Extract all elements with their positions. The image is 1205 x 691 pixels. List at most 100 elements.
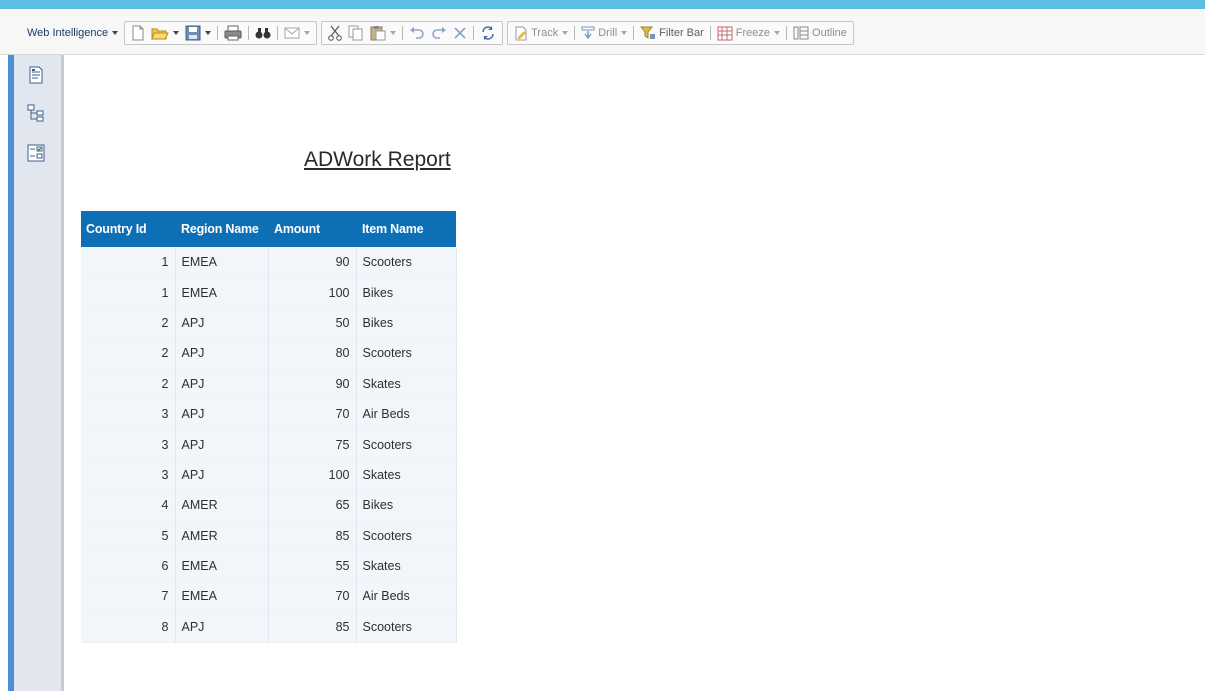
chevron-down-icon: [304, 31, 311, 35]
redo-button[interactable]: [428, 23, 450, 43]
cell-country-id[interactable]: 3: [81, 398, 176, 430]
new-document-button[interactable]: [128, 23, 148, 43]
paste-icon: [370, 26, 386, 41]
cell-item-name[interactable]: Skates: [356, 368, 457, 400]
table-row: 2 APJ 50 Bikes: [81, 307, 457, 339]
navigation-map-icon: [27, 104, 44, 122]
cell-region-name[interactable]: APJ: [175, 307, 269, 339]
cell-amount[interactable]: 90: [268, 247, 357, 278]
cell-amount[interactable]: 85: [268, 520, 357, 552]
copy-button[interactable]: [345, 23, 367, 43]
cell-country-id[interactable]: 2: [81, 338, 176, 370]
web-intelligence-menu-label: Web Intelligence: [27, 27, 109, 39]
paste-button[interactable]: [367, 23, 399, 43]
outline-button[interactable]: Outline: [790, 23, 850, 43]
cell-region-name[interactable]: EMEA: [175, 581, 269, 613]
cell-region-name[interactable]: EMEA: [175, 550, 269, 582]
cell-amount[interactable]: 70: [268, 398, 357, 430]
cell-region-name[interactable]: EMEA: [175, 277, 269, 309]
cell-item-name[interactable]: Scooters: [356, 520, 457, 552]
print-button[interactable]: [221, 23, 245, 43]
web-intelligence-menu[interactable]: Web Intelligence: [0, 27, 124, 39]
cell-region-name[interactable]: EMEA: [175, 247, 269, 278]
cell-amount[interactable]: 80: [268, 338, 357, 370]
refresh-button[interactable]: [477, 23, 499, 43]
undo-icon: [410, 27, 424, 39]
delete-x-icon: [454, 27, 466, 39]
cell-country-id[interactable]: 1: [81, 247, 176, 278]
redo-icon: [432, 27, 447, 39]
cell-amount[interactable]: 85: [268, 611, 357, 643]
cell-item-name[interactable]: Air Beds: [356, 398, 457, 430]
open-button[interactable]: [148, 23, 182, 43]
cut-button[interactable]: [325, 23, 345, 43]
cell-amount[interactable]: 70: [268, 581, 357, 613]
cell-item-name[interactable]: Scooters: [356, 247, 457, 278]
cell-amount[interactable]: 90: [268, 368, 357, 400]
cell-item-name[interactable]: Scooters: [356, 611, 457, 643]
column-header-amount[interactable]: Amount: [268, 211, 356, 247]
undo-button[interactable]: [406, 23, 428, 43]
toolbar-separator: [633, 26, 635, 40]
cell-item-name[interactable]: Skates: [356, 550, 457, 582]
new-document-icon: [132, 25, 144, 41]
save-button[interactable]: [182, 23, 214, 43]
cell-amount[interactable]: 100: [268, 277, 357, 309]
freeze-button[interactable]: Freeze: [714, 23, 783, 43]
cell-region-name[interactable]: APJ: [175, 459, 269, 491]
cell-amount[interactable]: 65: [268, 490, 357, 522]
delete-button[interactable]: [450, 23, 470, 43]
cell-country-id[interactable]: 8: [81, 611, 176, 643]
cell-item-name[interactable]: Air Beds: [356, 581, 457, 613]
cell-country-id[interactable]: 7: [81, 581, 176, 613]
column-header-item-name[interactable]: Item Name: [356, 211, 456, 247]
cell-country-id[interactable]: 3: [81, 459, 176, 491]
cell-region-name[interactable]: APJ: [175, 368, 269, 400]
cell-region-name[interactable]: AMER: [175, 490, 269, 522]
cell-country-id[interactable]: 4: [81, 490, 176, 522]
email-button[interactable]: [281, 23, 313, 43]
find-button[interactable]: [252, 23, 274, 43]
cell-amount[interactable]: 100: [268, 459, 357, 491]
cell-region-name[interactable]: AMER: [175, 520, 269, 552]
save-icon: [185, 25, 201, 41]
binoculars-icon: [255, 28, 271, 39]
cell-item-name[interactable]: Bikes: [356, 277, 457, 309]
cell-region-name[interactable]: APJ: [175, 398, 269, 430]
chevron-down-icon: [774, 31, 781, 35]
input-controls-button[interactable]: [26, 143, 46, 163]
cell-region-name[interactable]: APJ: [175, 611, 269, 643]
cell-item-name[interactable]: Bikes: [356, 307, 457, 339]
cell-country-id[interactable]: 2: [81, 307, 176, 339]
copy-icon: [348, 25, 363, 41]
cell-item-name[interactable]: Bikes: [356, 490, 457, 522]
cell-amount[interactable]: 55: [268, 550, 357, 582]
track-button[interactable]: Track: [511, 23, 571, 43]
column-header-region-name[interactable]: Region Name: [175, 211, 268, 247]
cell-region-name[interactable]: APJ: [175, 429, 269, 461]
folder-open-icon: [151, 28, 169, 40]
cell-country-id[interactable]: 1: [81, 277, 176, 309]
drill-button[interactable]: Drill: [578, 23, 630, 43]
cell-amount[interactable]: 50: [268, 307, 357, 339]
cell-country-id[interactable]: 3: [81, 429, 176, 461]
cell-amount[interactable]: 75: [268, 429, 357, 461]
left-side-panel: [8, 55, 64, 691]
navigation-map-button[interactable]: [26, 103, 46, 123]
filter-bar-button[interactable]: Filter Bar: [637, 23, 707, 43]
table-row: 7 EMEA 70 Air Beds: [81, 581, 457, 613]
cell-item-name[interactable]: Scooters: [356, 429, 457, 461]
outline-icon: [793, 26, 809, 40]
column-header-country-id[interactable]: Country Id: [81, 211, 175, 247]
left-panel-edge: [61, 55, 64, 691]
cell-item-name[interactable]: Scooters: [356, 338, 457, 370]
cell-item-name[interactable]: Skates: [356, 459, 457, 491]
document-structure-button[interactable]: [26, 65, 46, 85]
cell-country-id[interactable]: 5: [81, 520, 176, 552]
cell-country-id[interactable]: 6: [81, 550, 176, 582]
cell-region-name[interactable]: APJ: [175, 338, 269, 370]
drill-icon: [581, 26, 595, 40]
track-changes-icon: [515, 26, 527, 40]
cell-country-id[interactable]: 2: [81, 368, 176, 400]
toolbar-separator: [277, 26, 279, 40]
